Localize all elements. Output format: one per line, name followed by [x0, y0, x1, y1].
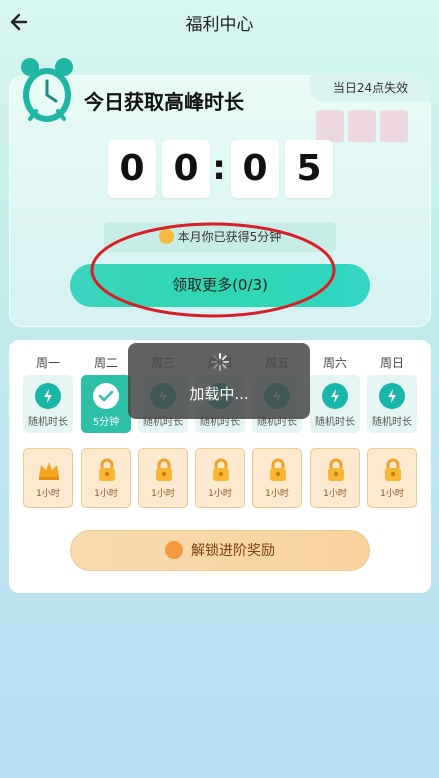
top-bar: 福利中心 — [0, 0, 439, 44]
reward-text: 1小时 — [94, 489, 118, 499]
day-tile-text: 随机时长 — [315, 417, 355, 428]
day-tile-sat[interactable]: 随机时长 — [310, 375, 360, 433]
day-tile-sun[interactable]: 随机时长 — [367, 375, 417, 433]
unlock-button-label: 解锁进阶奖励 — [191, 543, 275, 559]
claim-more-button[interactable]: 领取更多(0/3) — [70, 264, 370, 307]
timer-digit: 0 — [108, 140, 156, 198]
lock-icon — [99, 458, 115, 481]
lightning-icon — [322, 383, 348, 409]
expire-badge: 当日24点失效 — [310, 75, 431, 102]
day-label: 周日 — [379, 356, 404, 370]
reward-text: 1小时 — [323, 489, 347, 499]
reward-tile-fri[interactable]: 1小时 — [252, 448, 302, 508]
reward-tile-sat[interactable]: 1小时 — [310, 448, 360, 508]
lock-icon — [213, 458, 229, 481]
page-title: 福利中心 — [185, 15, 254, 35]
alarm-clock-icon — [21, 58, 73, 122]
reward-text: 1小时 — [36, 489, 60, 499]
reward-tile-thu[interactable]: 1小时 — [195, 448, 245, 508]
reward-text: 1小时 — [380, 489, 404, 499]
day-tile-text: 5分钟 — [92, 417, 120, 428]
lock-icon — [270, 458, 286, 481]
peak-card-title: 今日获取高峰时长 — [84, 90, 244, 114]
lock-icon — [328, 458, 344, 481]
timer-digit: 5 — [285, 140, 333, 198]
day-label: 周一 — [35, 356, 60, 370]
monthly-earned-bar: 本月你已获得5分钟 — [104, 222, 336, 252]
lock-icon — [385, 458, 401, 481]
check-icon — [93, 383, 119, 409]
reward-icon — [165, 541, 183, 559]
reward-tile-sun[interactable]: 1小时 — [367, 448, 417, 508]
reward-tile-tue[interactable]: 1小时 — [81, 448, 131, 508]
timer-digit: 0 — [231, 140, 279, 198]
day-tile-text: 随机时长 — [28, 417, 68, 428]
lock-icon — [156, 458, 172, 481]
day-label: 周二 — [93, 356, 118, 370]
timer-digit: 0 — [162, 140, 210, 198]
unlock-advanced-reward-button[interactable]: 解锁进阶奖励 — [70, 530, 370, 571]
coin-icon — [158, 229, 174, 244]
day-label: 周六 — [322, 356, 347, 370]
reward-text: 1小时 — [208, 489, 232, 499]
loading-message: 加载中... — [189, 385, 249, 403]
loading-toast: 加载中... — [128, 343, 310, 419]
day-tile-tue[interactable]: 5分钟 — [81, 375, 131, 433]
lightning-icon — [379, 383, 405, 409]
lightning-icon — [35, 383, 61, 409]
crown-icon — [39, 462, 59, 480]
spinner-icon — [211, 353, 229, 371]
timer-separator: : — [212, 148, 226, 188]
reward-tile-wed[interactable]: 1小时 — [138, 448, 188, 508]
monthly-earned-text: 本月你已获得5分钟 — [177, 230, 282, 244]
reward-tile-mon[interactable]: 1小时 — [23, 448, 73, 508]
day-tile-mon[interactable]: 随机时长 — [23, 375, 73, 433]
reward-text: 1小时 — [265, 489, 289, 499]
reward-text: 1小时 — [151, 489, 175, 499]
day-tile-text: 随机时长 — [372, 417, 412, 428]
